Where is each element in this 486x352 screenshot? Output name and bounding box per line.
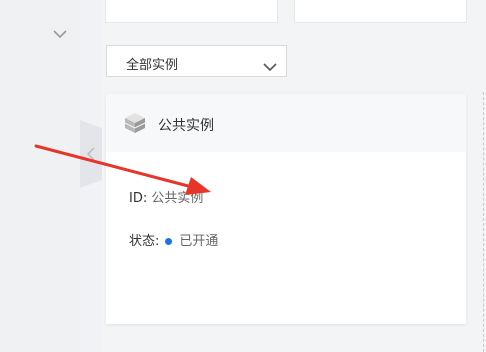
main-content: 全部实例 公共实例 ID: 公共实例 状态: 已开通 bbox=[102, 0, 486, 352]
instance-status-label: 状态: bbox=[129, 234, 160, 249]
sidebar bbox=[0, 0, 80, 352]
instance-card-title: 公共实例 bbox=[158, 118, 214, 134]
instance-status-value: 已开通 bbox=[179, 234, 219, 249]
summary-card bbox=[294, 0, 467, 23]
chevron-down-icon[interactable] bbox=[52, 24, 70, 39]
cube-icon bbox=[124, 112, 146, 138]
instance-id-label: ID: bbox=[129, 191, 148, 206]
chevron-down-icon bbox=[263, 57, 277, 76]
summary-card bbox=[105, 0, 278, 23]
instance-filter-value: 全部实例 bbox=[126, 58, 179, 73]
instance-card[interactable]: 公共实例 ID: 公共实例 状态: 已开通 bbox=[106, 94, 466, 324]
scroll-divider bbox=[483, 92, 485, 352]
instance-card-header: 公共实例 bbox=[106, 94, 466, 152]
instance-id-row: ID: 公共实例 bbox=[129, 187, 203, 206]
chevron-left-icon bbox=[86, 147, 95, 161]
sidebar-collapse-handle[interactable] bbox=[80, 120, 102, 188]
instance-id-value: 公共实例 bbox=[151, 191, 204, 206]
status-dot bbox=[165, 237, 173, 245]
instance-filter-select[interactable]: 全部实例 bbox=[106, 45, 287, 77]
instance-status-row: 状态: 已开通 bbox=[129, 230, 218, 249]
